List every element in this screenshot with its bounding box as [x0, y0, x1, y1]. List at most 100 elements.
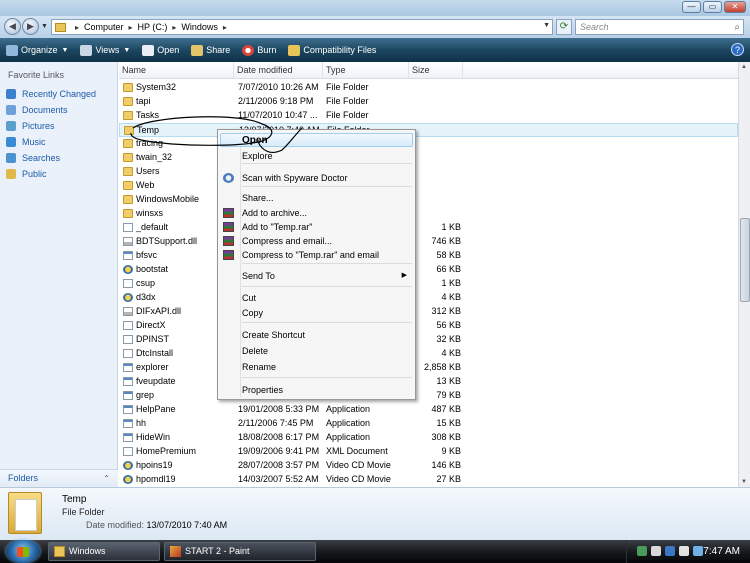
safely-remove-icon[interactable] — [651, 546, 661, 556]
search-icon[interactable]: ⌕ — [734, 21, 740, 35]
sidebar-item-public[interactable]: Public — [6, 167, 47, 181]
table-row[interactable]: Web — [119, 179, 738, 193]
file-type: XML Document — [326, 446, 388, 456]
table-row[interactable]: bfsvc 58 KB — [119, 249, 738, 263]
scroll-down-icon[interactable]: ▼ — [741, 479, 747, 485]
file-name: hpoins19 — [136, 460, 173, 470]
security-icon[interactable] — [665, 546, 675, 556]
taskbar-item-paint[interactable]: START 2 - Paint — [164, 542, 316, 561]
maximize-button[interactable]: ▭ — [703, 1, 722, 13]
column-header-size[interactable]: Size — [409, 62, 463, 79]
breadcrumb-windows[interactable]: Windows — [181, 22, 218, 32]
table-row[interactable]: tracing — [119, 137, 738, 151]
network-icon[interactable] — [693, 546, 703, 556]
table-row[interactable]: DtcInstall 4 KB — [119, 347, 738, 361]
breadcrumb-drive[interactable]: HP (C:) — [138, 22, 168, 32]
menu-item-add-to-archive[interactable]: Add to archive... — [242, 208, 307, 218]
back-button[interactable]: ◀ — [4, 18, 21, 35]
share-button[interactable]: Share — [191, 44, 230, 56]
table-row[interactable]: _default 1 KB — [119, 221, 738, 235]
table-row[interactable]: fveupdate 13 KB — [119, 375, 738, 389]
menu-item-scan-with-spyware-doctor[interactable]: Scan with Spyware Doctor — [242, 173, 348, 183]
compatibility-files-button[interactable]: Compatibility Files — [288, 44, 376, 56]
search-input[interactable]: Search ⌕ — [575, 19, 744, 35]
table-row[interactable]: DirectX 56 KB — [119, 319, 738, 333]
volume-icon[interactable] — [679, 546, 689, 556]
folders-label: Folders — [8, 473, 39, 483]
table-row[interactable]: HideWin 18/08/2008 6:17 PM Application 308 … — [119, 431, 738, 445]
menu-item-add-to-temp-rar[interactable]: Add to "Temp.rar" — [242, 222, 312, 232]
column-header-name[interactable]: Name — [119, 62, 234, 79]
file-name: DIFxAPI.dll — [136, 306, 182, 316]
sidebar-item-recently-changed[interactable]: Recently Changed — [6, 87, 96, 101]
table-row[interactable]: csup 1 KB — [119, 277, 738, 291]
table-row[interactable]: Users — [119, 165, 738, 179]
column-header-date-modified[interactable]: Date modified — [234, 62, 323, 79]
table-row[interactable]: hh 2/11/2006 7:45 PM Application 15 KB — [119, 417, 738, 431]
network-status-icon[interactable] — [637, 546, 647, 556]
table-row[interactable]: System32 7/07/2010 10:26 AM File Folder — [119, 81, 738, 95]
sidebar-item-pictures[interactable]: Pictures — [6, 119, 55, 133]
clock[interactable]: 7:47 AM — [703, 546, 740, 557]
sidebar-item-music[interactable]: Music — [6, 135, 46, 149]
folder-icon — [123, 167, 133, 176]
table-row[interactable]: twain_32 — [119, 151, 738, 165]
table-row-selected[interactable]: Temp13/07/2010 7:40 AMFile Folder — [119, 123, 738, 137]
title-bar[interactable]: — ▭ ✕ — [0, 0, 750, 16]
menu-item-create-shortcut[interactable]: Create Shortcut — [242, 330, 305, 340]
table-row[interactable]: HelpPane 19/01/2008 5:33 PM Application 487… — [119, 403, 738, 417]
pictures-icon — [6, 121, 16, 131]
table-row[interactable]: d3dx 4 KB — [119, 291, 738, 305]
scroll-up-icon[interactable]: ▲ — [741, 64, 747, 70]
folders-toggle[interactable]: Folders ⌃ — [0, 469, 118, 487]
table-row[interactable]: Tasks 11/07/2010 10:47 ... File Folder — [119, 109, 738, 123]
file-name: d3dx — [136, 292, 156, 302]
taskbar-item-windows[interactable]: Windows — [48, 542, 160, 561]
forward-button[interactable]: ▶ — [22, 18, 39, 35]
menu-item-cut[interactable]: Cut — [242, 293, 256, 303]
address-input[interactable]: ▸ Computer ▸ HP (C:) ▸ Windows ▸ ▼ — [51, 19, 553, 35]
menu-item-compress-and-email[interactable]: Compress and email... — [242, 236, 332, 246]
menu-item-copy[interactable]: Copy — [242, 308, 263, 318]
table-row[interactable]: DIFxAPI.dll 312 KB — [119, 305, 738, 319]
scrollbar-thumb[interactable] — [740, 218, 750, 302]
table-row[interactable]: HomePremium 19/09/2006 9:41 PM XML Documen… — [119, 445, 738, 459]
address-dropdown-icon[interactable]: ▼ — [543, 22, 550, 29]
burn-button[interactable]: Burn — [242, 44, 276, 56]
chevron-down-icon: ▼ — [61, 46, 69, 54]
menu-item-rename[interactable]: Rename — [242, 362, 276, 372]
menu-item-properties[interactable]: Properties — [242, 385, 283, 395]
table-row[interactable]: DPINST 32 KB — [119, 333, 738, 347]
table-row[interactable]: WindowsMobile — [119, 193, 738, 207]
table-row[interactable]: explorer 2,858 KB — [119, 361, 738, 375]
open-button[interactable]: Open — [142, 44, 179, 56]
menu-item-send-to[interactable]: Send To — [242, 271, 275, 281]
minimize-button[interactable]: — — [682, 1, 701, 13]
command-bar: Organize ▼ Views ▼ Open Share Burn Compa… — [0, 38, 750, 62]
column-header-type[interactable]: Type — [323, 62, 409, 79]
menu-item-compress-to-temp-rar-and-email[interactable]: Compress to "Temp.rar" and email — [242, 250, 379, 260]
table-row[interactable]: BDTSupport.dll 746 KB — [119, 235, 738, 249]
vertical-scrollbar[interactable]: ▲ ▼ — [738, 62, 750, 487]
table-row[interactable]: hpomdl19 14/03/2007 5:52 AM Video CD Movie… — [119, 473, 738, 487]
refresh-button[interactable]: ⟳ — [556, 19, 572, 35]
menu-item-explore[interactable]: Explore — [242, 151, 273, 161]
views-button[interactable]: Views ▼ — [80, 44, 130, 56]
start-button[interactable] — [6, 540, 40, 563]
menu-item-delete[interactable]: Delete — [242, 346, 268, 356]
table-row[interactable]: winsxs — [119, 207, 738, 221]
sidebar-item-searches[interactable]: Searches — [6, 151, 60, 165]
close-button[interactable]: ✕ — [724, 1, 746, 13]
table-row[interactable]: grep 79 KB — [119, 389, 738, 403]
recent-pages-dropdown[interactable]: ▼ — [41, 23, 48, 30]
table-row[interactable]: tapi 2/11/2006 9:18 PM File Folder — [119, 95, 738, 109]
table-row[interactable]: hpoins19 28/07/2008 3:57 PM Video CD Movie… — [119, 459, 738, 473]
folder-icon — [123, 195, 133, 204]
sidebar-item-documents[interactable]: Documents — [6, 103, 68, 117]
table-row[interactable]: bootstat 66 KB — [119, 263, 738, 277]
breadcrumb-computer[interactable]: Computer — [84, 22, 124, 32]
menu-item-open[interactable]: Open — [242, 135, 268, 146]
organize-button[interactable]: Organize ▼ — [6, 44, 69, 56]
help-button[interactable]: ? — [731, 43, 744, 56]
menu-item-share[interactable]: Share... — [242, 193, 274, 203]
